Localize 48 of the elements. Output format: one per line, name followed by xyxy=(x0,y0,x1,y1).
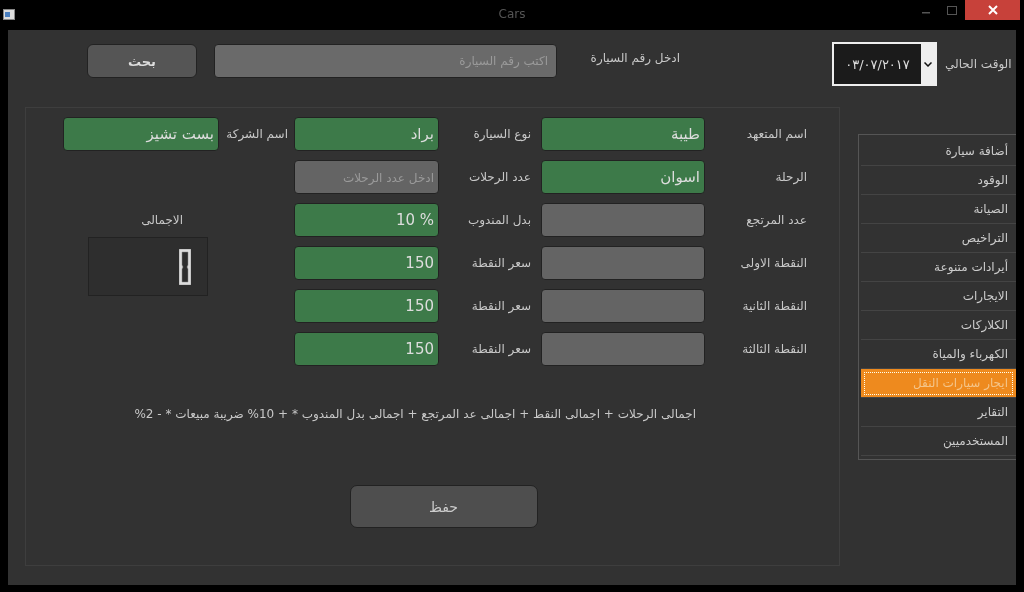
text-field[interactable]: 150 xyxy=(294,289,439,323)
text-field[interactable]: طيبة xyxy=(541,117,705,151)
zero-digit-icon xyxy=(179,248,191,285)
field-label: نوع السيارة xyxy=(472,127,532,141)
caret-icon xyxy=(924,61,932,67)
search-button[interactable]: بحث xyxy=(87,44,197,78)
menu-item[interactable]: أضافة سيارة xyxy=(861,137,1016,166)
field-label: النقطة الثالثة xyxy=(741,342,808,356)
text-field[interactable]: 150 xyxy=(294,332,439,366)
menu-item[interactable]: التراخيص xyxy=(861,224,1016,253)
close-icon xyxy=(987,5,998,15)
text-field[interactable]: براد xyxy=(294,117,439,151)
text-field[interactable]: اسوان xyxy=(541,160,705,194)
save-button[interactable]: حفظ xyxy=(349,485,538,528)
field-label: اسم المتعهد xyxy=(745,127,808,141)
field-label: الوقت الحالي xyxy=(945,57,1012,71)
menu-item[interactable]: أيرادات متنوعة xyxy=(861,253,1016,282)
field-label: سعر النقطة xyxy=(470,299,532,313)
text-field[interactable] xyxy=(541,246,705,280)
menu-item[interactable]: الايجارات xyxy=(861,282,1016,311)
maximize-icon xyxy=(947,5,957,15)
menu-item[interactable]: الصيانة xyxy=(861,195,1016,224)
menu-item[interactable]: التقاير xyxy=(861,398,1016,427)
text-field[interactable]: 10 % xyxy=(294,203,439,237)
field-label: الرحلة xyxy=(774,170,808,184)
app-icon xyxy=(3,9,15,20)
menu-item[interactable]: الوقود xyxy=(861,166,1016,195)
field-label: ادخل رقم السيارة xyxy=(590,51,680,65)
menu-item[interactable]: المستخدميين xyxy=(861,427,1016,456)
field-label: سعر النقطة xyxy=(470,256,532,270)
field-label: سعر النقطة xyxy=(470,342,532,356)
text-field[interactable] xyxy=(541,332,705,366)
field-label: النقطة الثانية xyxy=(741,299,808,313)
window-title: Cars xyxy=(497,7,527,21)
field-label: عدد الرحلات xyxy=(467,170,532,184)
field-label: اسم الشركة xyxy=(225,127,289,141)
close-button[interactable] xyxy=(965,0,1020,20)
field-label: بدل المندوب xyxy=(466,213,532,227)
field-label: عدد المرتجع xyxy=(745,213,808,227)
formula-text: اجمالى الرحلات + اجمالى النقط + اجمالى عد المرتجع + اجمالى بدل المندوب * + 10% ضريبة مبيعات * - 2% xyxy=(133,407,696,421)
date-dropdown[interactable]: ٠٣/٠٧/٢٠١٧ xyxy=(832,42,937,86)
text-field[interactable] xyxy=(541,289,705,323)
menu-item[interactable]: الكلاركات xyxy=(861,311,1016,340)
field-label: النقطة الاولى xyxy=(739,256,808,270)
text-field[interactable]: 150 xyxy=(294,246,439,280)
text-field[interactable] xyxy=(541,203,705,237)
text-field[interactable]: بست تشيز xyxy=(63,117,219,151)
total-label: الاجمالى xyxy=(140,213,184,227)
